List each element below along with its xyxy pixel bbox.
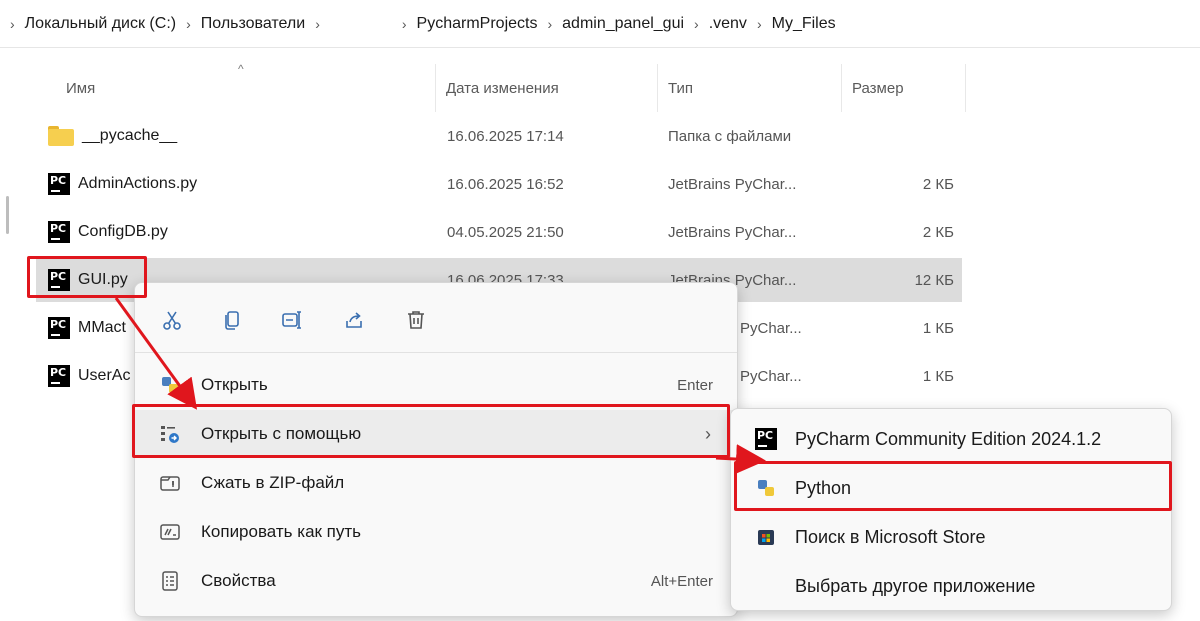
arrow-to-open-with (114, 297, 198, 410)
arrow-to-python (715, 444, 766, 475)
annotation-arrows (114, 297, 766, 475)
